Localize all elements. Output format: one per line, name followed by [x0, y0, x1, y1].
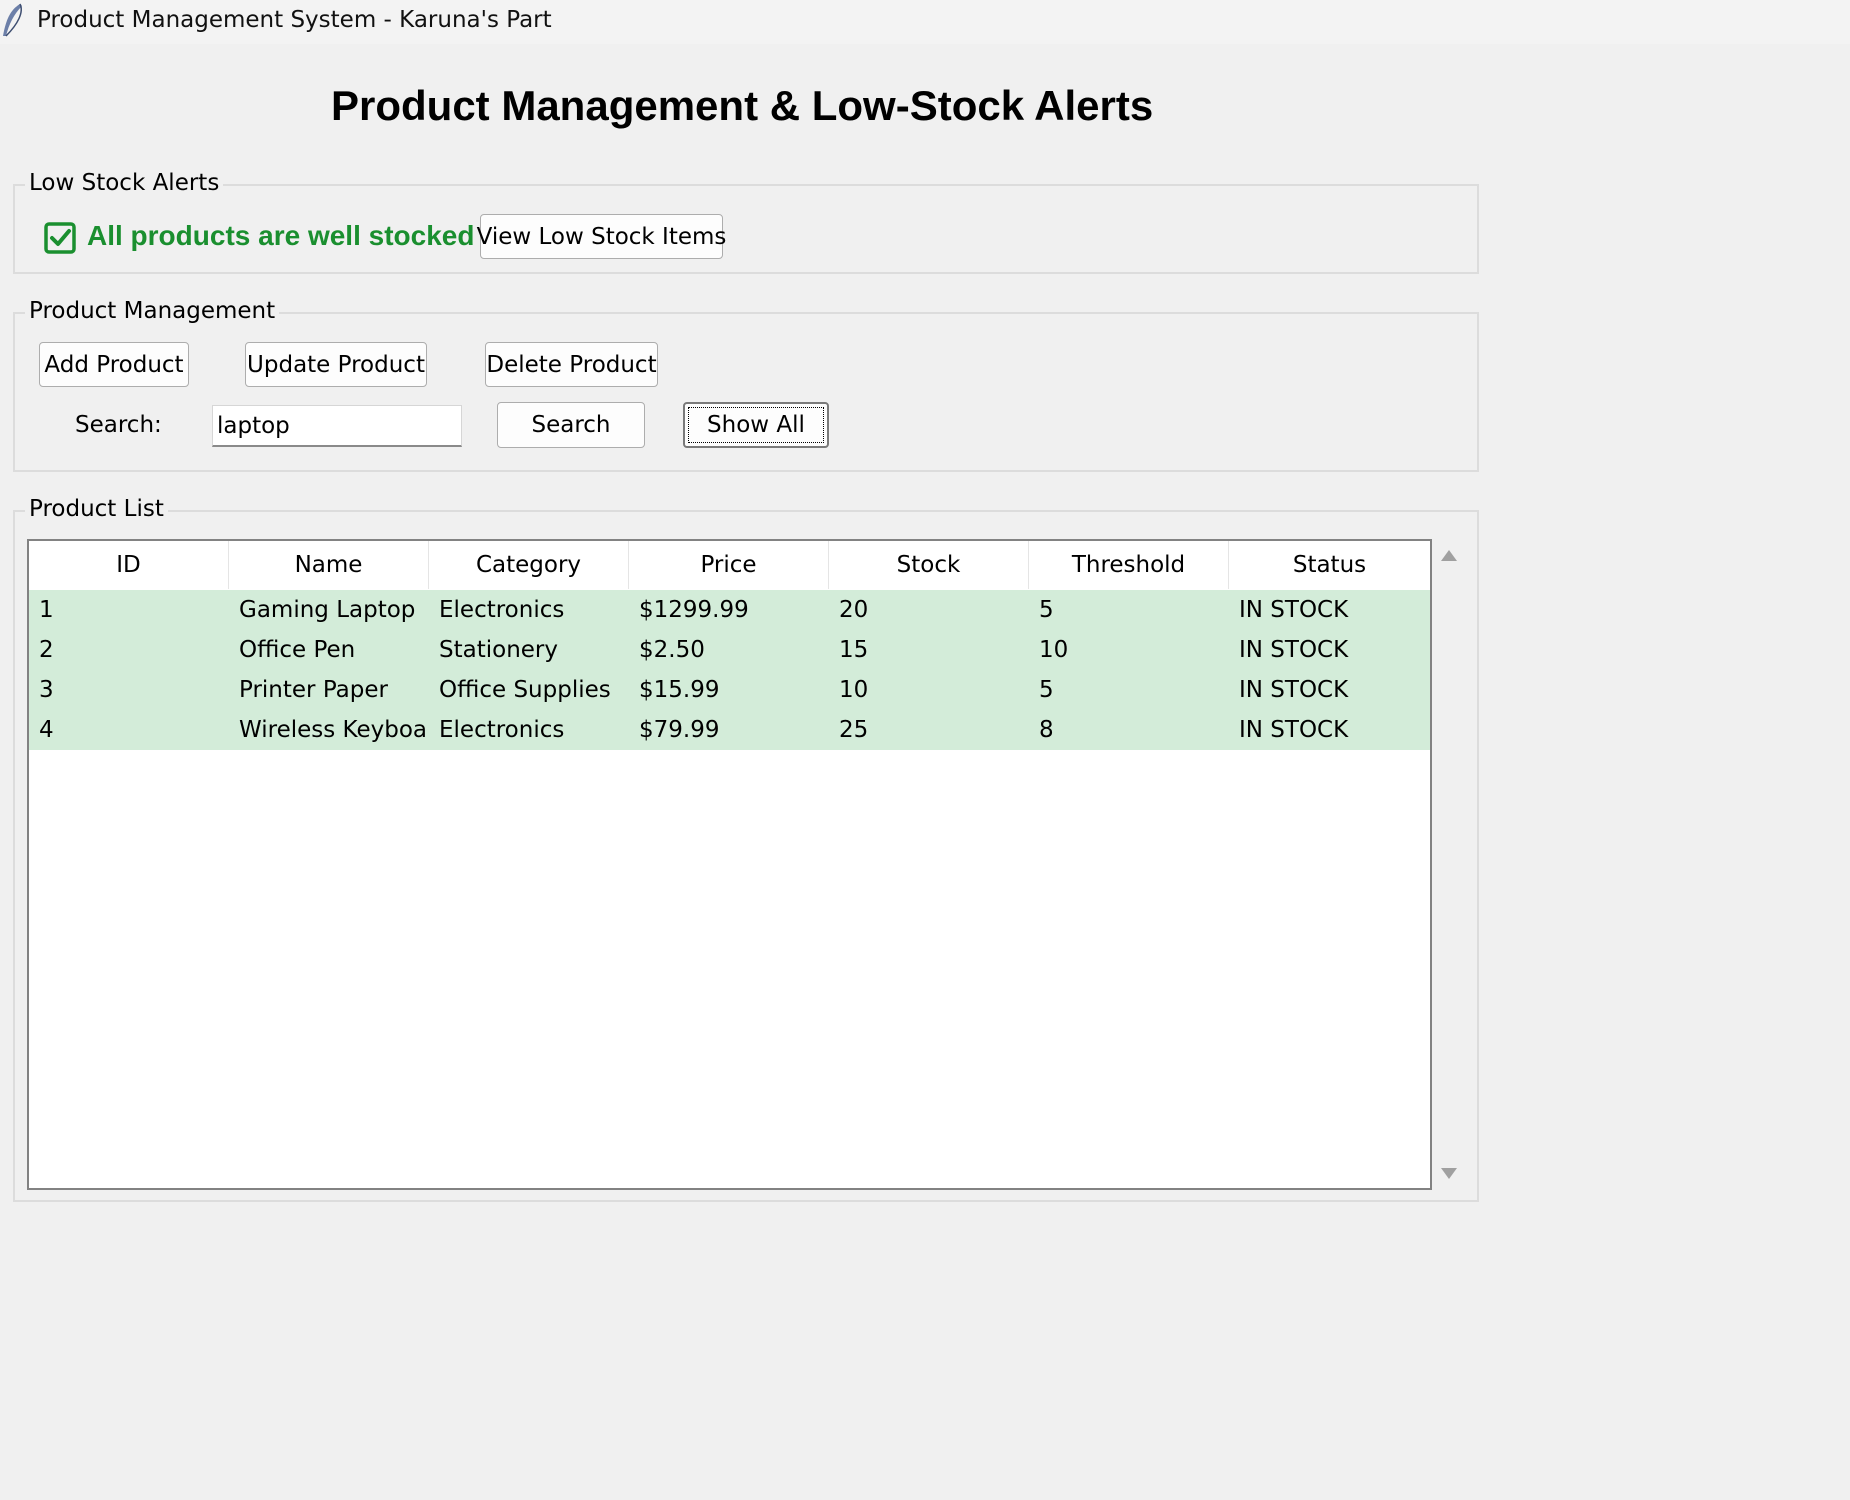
- cell-price: $15.99: [639, 677, 720, 703]
- add-product-button[interactable]: Add Product: [39, 342, 189, 387]
- view-low-stock-button[interactable]: View Low Stock Items: [477, 214, 726, 259]
- cell-status: IN STOCK: [1239, 717, 1349, 743]
- cell-name: Printer Paper: [239, 677, 388, 703]
- table-row[interactable]: 1 Gaming Laptop Electronics $1299.99 20 …: [29, 590, 1430, 630]
- cell-category: Electronics: [439, 717, 565, 743]
- title-bar: Product Management System - Karuna's Par…: [0, 0, 1850, 44]
- cell-id: 4: [39, 717, 54, 743]
- scroll-up-arrow-icon[interactable]: [1440, 548, 1458, 562]
- stock-status-text: All products are well stocked: [87, 220, 475, 251]
- check-box-icon: [44, 222, 76, 254]
- column-header-status[interactable]: Status: [1229, 541, 1430, 589]
- table-row[interactable]: 3 Printer Paper Office Supplies $15.99 1…: [29, 670, 1430, 710]
- product-management-group: [13, 312, 1479, 472]
- cell-name: Gaming Laptop: [239, 597, 416, 623]
- column-header-name[interactable]: Name: [229, 541, 429, 589]
- search-input[interactable]: [212, 405, 462, 447]
- show-all-button[interactable]: Show All: [683, 402, 829, 448]
- product-list-legend: Product List: [25, 495, 168, 523]
- cell-stock: 10: [839, 677, 869, 703]
- cell-category: Electronics: [439, 597, 565, 623]
- product-management-legend: Product Management: [25, 297, 280, 325]
- cell-stock: 25: [839, 717, 869, 743]
- column-header-threshold[interactable]: Threshold: [1029, 541, 1229, 589]
- cell-threshold: 5: [1039, 677, 1054, 703]
- window-title: Product Management System - Karuna's Par…: [37, 7, 552, 33]
- product-table[interactable]: ID Name Category Price Stock Threshold S…: [27, 539, 1432, 1190]
- column-header-price[interactable]: Price: [629, 541, 829, 589]
- cell-price: $2.50: [639, 637, 705, 663]
- table-body: 1 Gaming Laptop Electronics $1299.99 20 …: [29, 590, 1430, 750]
- column-header-id[interactable]: ID: [29, 541, 229, 589]
- low-stock-alerts-legend: Low Stock Alerts: [25, 169, 224, 197]
- search-label: Search:: [75, 412, 162, 438]
- cell-category: Stationery: [439, 637, 558, 663]
- focus-ring: [688, 407, 824, 443]
- cell-category: Office Supplies: [439, 677, 611, 703]
- feather-icon: [3, 3, 22, 37]
- delete-product-button[interactable]: Delete Product: [485, 342, 658, 387]
- cell-name: Wireless Keyboard: [239, 717, 429, 743]
- cell-id: 1: [39, 597, 54, 623]
- cell-status: IN STOCK: [1239, 677, 1349, 703]
- update-product-button[interactable]: Update Product: [245, 342, 427, 387]
- scroll-down-arrow-icon[interactable]: [1440, 1167, 1458, 1181]
- cell-status: IN STOCK: [1239, 597, 1349, 623]
- cell-name: Office Pen: [239, 637, 356, 663]
- table-header: ID Name Category Price Stock Threshold S…: [29, 541, 1430, 589]
- cell-price: $79.99: [639, 717, 720, 743]
- page-title: Product Management & Low-Stock Alerts: [331, 82, 1154, 129]
- cell-id: 2: [39, 637, 54, 663]
- search-button[interactable]: Search: [497, 402, 645, 448]
- column-header-stock[interactable]: Stock: [829, 541, 1029, 589]
- cell-threshold: 8: [1039, 717, 1054, 743]
- column-header-category[interactable]: Category: [429, 541, 629, 589]
- cell-threshold: 5: [1039, 597, 1054, 623]
- table-row[interactable]: 4 Wireless Keyboard Electronics $79.99 2…: [29, 710, 1430, 750]
- table-row[interactable]: 2 Office Pen Stationery $2.50 15 10 IN S…: [29, 630, 1430, 670]
- cell-threshold: 10: [1039, 637, 1069, 663]
- cell-stock: 15: [839, 637, 869, 663]
- cell-stock: 20: [839, 597, 869, 623]
- cell-price: $1299.99: [639, 597, 749, 623]
- cell-id: 3: [39, 677, 54, 703]
- cell-status: IN STOCK: [1239, 637, 1349, 663]
